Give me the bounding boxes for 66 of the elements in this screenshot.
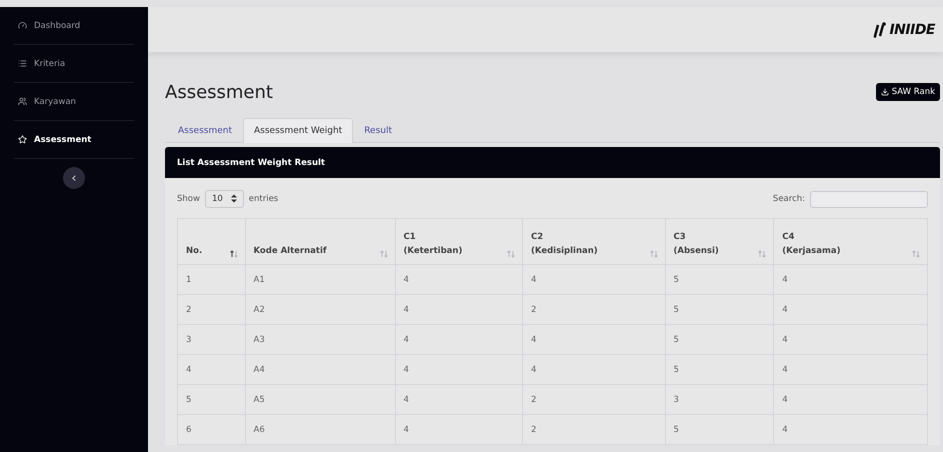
download-icon	[880, 88, 889, 96]
star-icon	[18, 135, 27, 144]
column-header[interactable]: C4 (Kerjasama)	[774, 218, 928, 264]
table-cell: 6	[178, 414, 245, 444]
table-cell: 4	[774, 294, 928, 324]
table-cell: 2	[522, 384, 665, 414]
logo-text: INIIDE	[889, 22, 935, 38]
table-cell: 5	[665, 264, 774, 294]
column-header[interactable]: C2 (Kedisiplinan)	[522, 218, 665, 264]
sidebar-item[interactable]: Kriteria	[14, 45, 134, 83]
column-header[interactable]: C1 (Ketertiban)	[395, 218, 522, 264]
list-icon	[18, 59, 27, 68]
table-cell: 3	[665, 384, 774, 414]
sidebar-item[interactable]: Dashboard	[14, 7, 134, 45]
table-cell: 4	[774, 264, 928, 294]
gauge-icon	[18, 21, 27, 30]
sidebar-item[interactable]: Karyawan	[14, 83, 134, 121]
tab[interactable]: Assessment Weight	[243, 118, 354, 143]
entries-select[interactable]: 10	[204, 190, 244, 208]
table-cell: 5	[665, 414, 774, 444]
search-field[interactable]	[810, 190, 928, 208]
table-cell: 4	[774, 414, 928, 444]
table-cell: A5	[245, 384, 395, 414]
table-cell: 4	[774, 384, 928, 414]
column-header[interactable]: Kode Alternatif	[245, 218, 395, 264]
table-cell: 4	[395, 384, 522, 414]
table-cell: 2	[522, 414, 665, 444]
table-cell: 4	[522, 264, 665, 294]
entries-label: entries	[248, 194, 278, 204]
table-cell: 1	[178, 264, 245, 294]
table-cell: 4	[522, 354, 665, 384]
card-header: List Assessment Weight Result	[165, 147, 940, 178]
table-cell: 4	[395, 324, 522, 354]
search-label: Search:	[772, 194, 805, 204]
show-label: Show	[177, 194, 200, 204]
sidebar-item[interactable]: Assessment	[14, 121, 134, 159]
table-cell: 5	[665, 354, 774, 384]
table-cell: 4	[395, 264, 522, 294]
table-cell: 5	[178, 384, 245, 414]
tab[interactable]: Assessment	[167, 118, 243, 143]
logo-icon	[873, 22, 888, 38]
table-cell: 4	[774, 324, 928, 354]
table-cell: 5	[665, 294, 774, 324]
table-cell: 3	[178, 324, 245, 354]
table-cell: A4	[245, 354, 395, 384]
column-header[interactable]: No.	[178, 218, 245, 264]
table-cell: 4	[395, 414, 522, 444]
table-cell: A1	[245, 264, 395, 294]
table-cell: 2	[522, 294, 665, 324]
table-cell: 4	[178, 354, 245, 384]
tab[interactable]: Result	[353, 118, 404, 143]
table-cell: 2	[178, 294, 245, 324]
updown-caret-icon	[230, 194, 237, 203]
table-cell: 5	[665, 324, 774, 354]
table-cell: A6	[245, 414, 395, 444]
table-cell: 4	[774, 354, 928, 384]
column-header[interactable]: C3 (Absensi)	[665, 218, 774, 264]
table-cell: 4	[522, 324, 665, 354]
table-cell: 4	[395, 354, 522, 384]
page-title: Assessment	[165, 82, 273, 102]
table-cell: 4	[395, 294, 522, 324]
table-cell: A3	[245, 324, 395, 354]
saw-rank-button[interactable]: SAW Rank	[876, 83, 940, 101]
table-cell: A2	[245, 294, 395, 324]
collapse-button[interactable]: ‹	[63, 167, 85, 189]
users-icon	[18, 97, 27, 106]
